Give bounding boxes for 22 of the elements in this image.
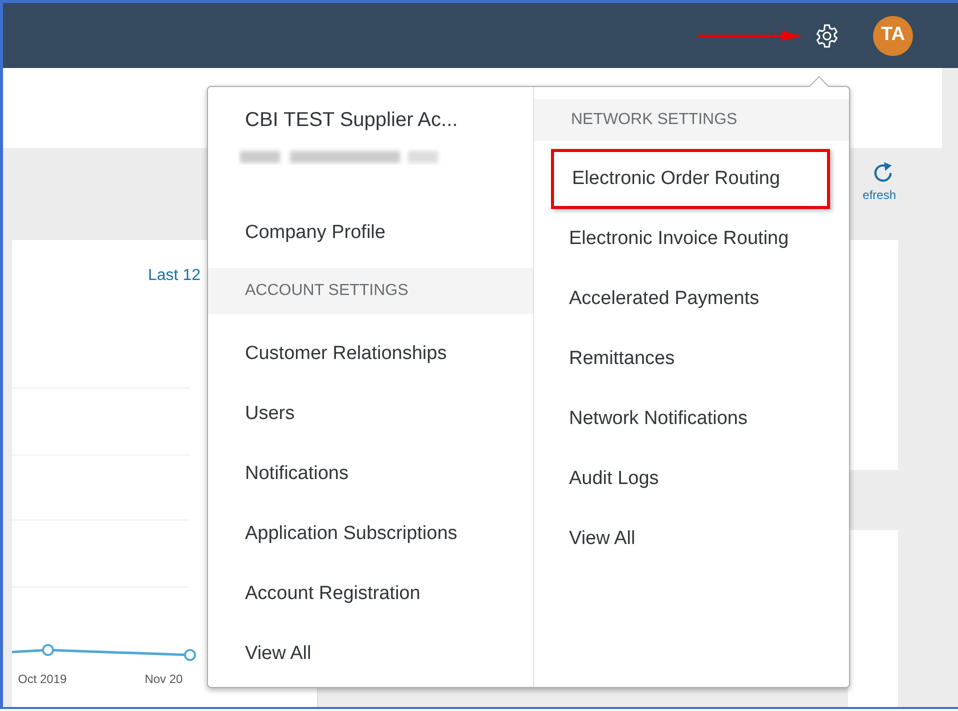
menu-item[interactable]: Remittances (551, 329, 830, 389)
account-name: CBI TEST Supplier Ac... (244, 108, 459, 133)
menu-item[interactable]: Accelerated Payments (551, 269, 830, 329)
axis-label: Nov 20 (144, 671, 183, 688)
menu-item[interactable]: Account Registration (208, 564, 533, 624)
menu-item[interactable]: Customer Relationships (208, 324, 533, 384)
section-header: NETWORK SETTINGS (534, 99, 849, 141)
menu-item[interactable]: View All (551, 509, 830, 569)
settings-icon[interactable] (814, 22, 840, 48)
menu-item[interactable]: Application Subscriptions (208, 504, 533, 564)
menu-item[interactable]: View All (208, 624, 533, 684)
section-header: ACCOUNT SETTINGS (208, 268, 533, 314)
menu-item[interactable]: Electronic Order Routing (551, 149, 830, 209)
menu-item[interactable]: Network Notifications (551, 389, 830, 449)
menu-item[interactable]: Electronic Invoice Routing (551, 209, 830, 269)
menu-item[interactable]: Audit Logs (551, 449, 830, 509)
axis-label: Oct 2019 (18, 671, 67, 688)
menu-item[interactable]: Company Profile (208, 203, 533, 263)
period-link[interactable]: Last 12 (148, 267, 200, 284)
refresh-label[interactable]: efresh (862, 186, 896, 204)
menu-item[interactable]: Users (208, 384, 533, 444)
menu-item[interactable]: Notifications (208, 444, 533, 504)
